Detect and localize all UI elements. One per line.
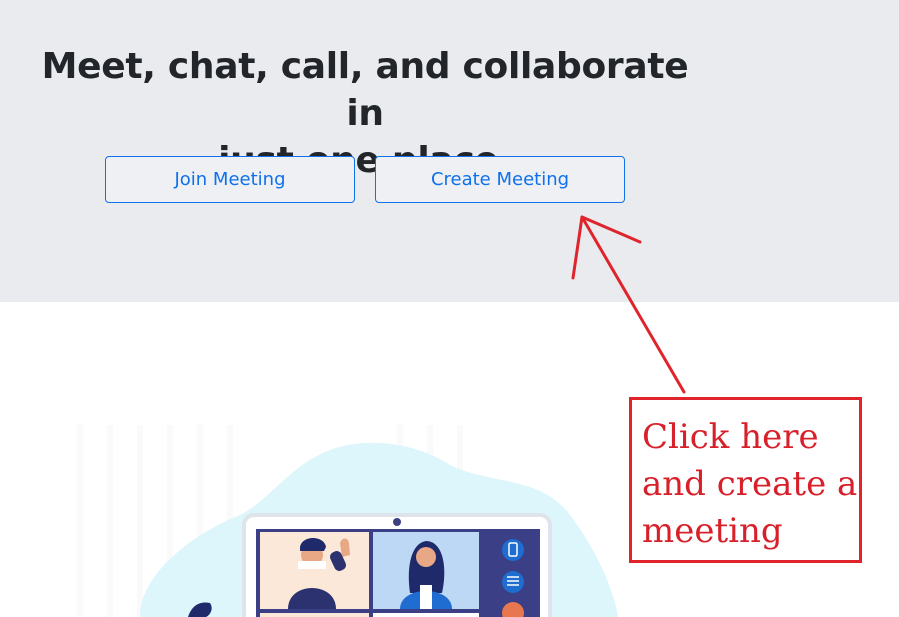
annotation-callout: Click here and create a meeting xyxy=(629,397,862,563)
annotation-line-2: and create a xyxy=(642,464,858,504)
headline-line-1: Meet, chat, call, and collaborate in xyxy=(41,46,689,134)
annotation-line-1: Click here xyxy=(642,417,819,457)
create-meeting-button[interactable]: Create Meeting xyxy=(375,156,625,203)
hero-banner: Meet, chat, call, and collaborate in jus… xyxy=(0,0,899,302)
video-conference-illustration xyxy=(77,425,618,617)
annotation-line-3: meeting xyxy=(642,511,783,551)
join-meeting-button[interactable]: Join Meeting xyxy=(105,156,355,203)
